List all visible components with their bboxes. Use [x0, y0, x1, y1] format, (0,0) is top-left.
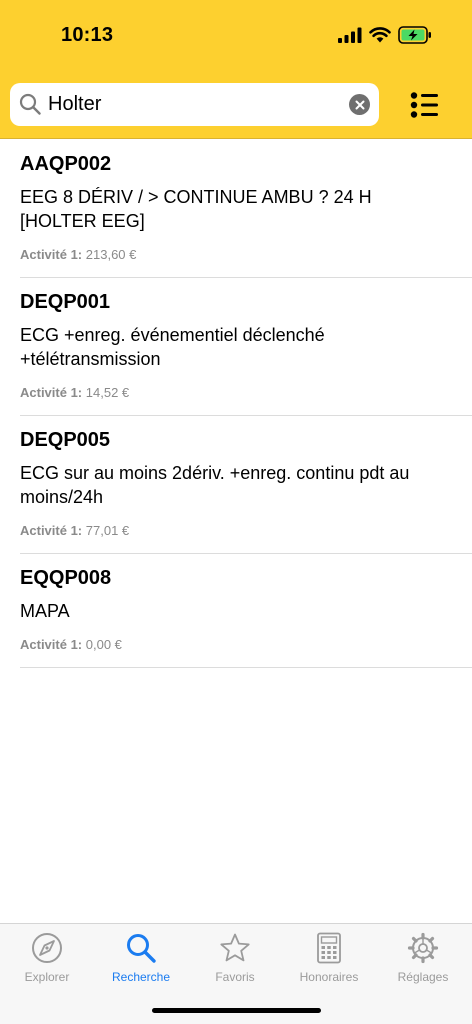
home-indicator — [152, 1008, 321, 1013]
act-label: ECG +enreg. événementiel déclenché +télé… — [20, 325, 325, 369]
act-price-line: Activité 1: 213,60 € — [20, 247, 472, 277]
results-list: AAQP002 EEG 8 DÉRIV / > CONTINUE AMBU ? … — [0, 140, 472, 668]
status-icons — [338, 26, 432, 44]
tab-favoris[interactable]: Favoris — [188, 932, 282, 984]
act-label: EEG 8 DÉRIV / > CONTINUE AMBU ? 24 H [HO… — [20, 187, 372, 231]
compass-icon — [32, 933, 62, 963]
activity-price: 77,01 € — [85, 523, 130, 538]
status-time: 10:13 — [61, 24, 114, 46]
result-row[interactable]: DEQP001 ECG +enreg. événementiel déclenc… — [20, 278, 472, 416]
act-code: AAQP002 — [20, 153, 112, 175]
result-row[interactable]: AAQP002 EEG 8 DÉRIV / > CONTINUE AMBU ? … — [20, 140, 472, 278]
act-label: MAPA — [20, 601, 70, 621]
act-code: EQQP008 — [20, 567, 112, 589]
clear-search-button[interactable] — [349, 94, 370, 115]
tab-label: Réglages — [397, 970, 449, 984]
close-icon — [355, 100, 364, 109]
header-bar: 10:13 — [0, 0, 472, 139]
result-row[interactable]: EQQP008 MAPA Activité 1: 0,00 € — [20, 554, 472, 668]
wifi-icon — [369, 27, 391, 43]
activity-price: 213,60 € — [85, 247, 137, 262]
act-label: ECG sur au moins 2dériv. +enreg. continu… — [20, 463, 410, 507]
signal-icon — [338, 27, 362, 43]
tab-honoraires[interactable]: Honoraires — [282, 932, 376, 984]
tab-recherche[interactable]: Recherche — [94, 932, 188, 984]
tab-label: Honoraires — [299, 970, 359, 984]
star-icon — [220, 933, 250, 962]
tab-label: Recherche — [111, 970, 171, 984]
search-input[interactable] — [48, 83, 348, 126]
activity-label: Activité 1: — [20, 637, 83, 652]
activity-label: Activité 1: — [20, 385, 83, 400]
list-options-icon[interactable] — [407, 88, 441, 122]
result-row[interactable]: DEQP005 ECG sur au moins 2dériv. +enreg.… — [20, 416, 472, 554]
activity-price: 0,00 € — [85, 637, 122, 652]
tab-label: Favoris — [215, 970, 255, 984]
calculator-icon — [317, 932, 341, 964]
activity-price: 14,52 € — [85, 385, 130, 400]
search-icon — [127, 934, 156, 963]
tab-label: Explorer — [24, 970, 70, 984]
search-icon — [19, 93, 41, 115]
act-code: DEQP001 — [20, 291, 111, 313]
tab-reglages[interactable]: Réglages — [376, 932, 470, 984]
act-price-line: Activité 1: 14,52 € — [20, 385, 472, 415]
act-code: DEQP005 — [20, 429, 111, 451]
gear-icon — [407, 932, 439, 964]
act-price-line: Activité 1: 0,00 € — [20, 637, 472, 667]
activity-label: Activité 1: — [20, 523, 83, 538]
search-bar[interactable] — [10, 83, 379, 126]
activity-label: Activité 1: — [20, 247, 83, 262]
battery-icon — [398, 26, 431, 44]
act-price-line: Activité 1: 77,01 € — [20, 523, 472, 553]
tab-explorer[interactable]: Explorer — [0, 932, 94, 984]
